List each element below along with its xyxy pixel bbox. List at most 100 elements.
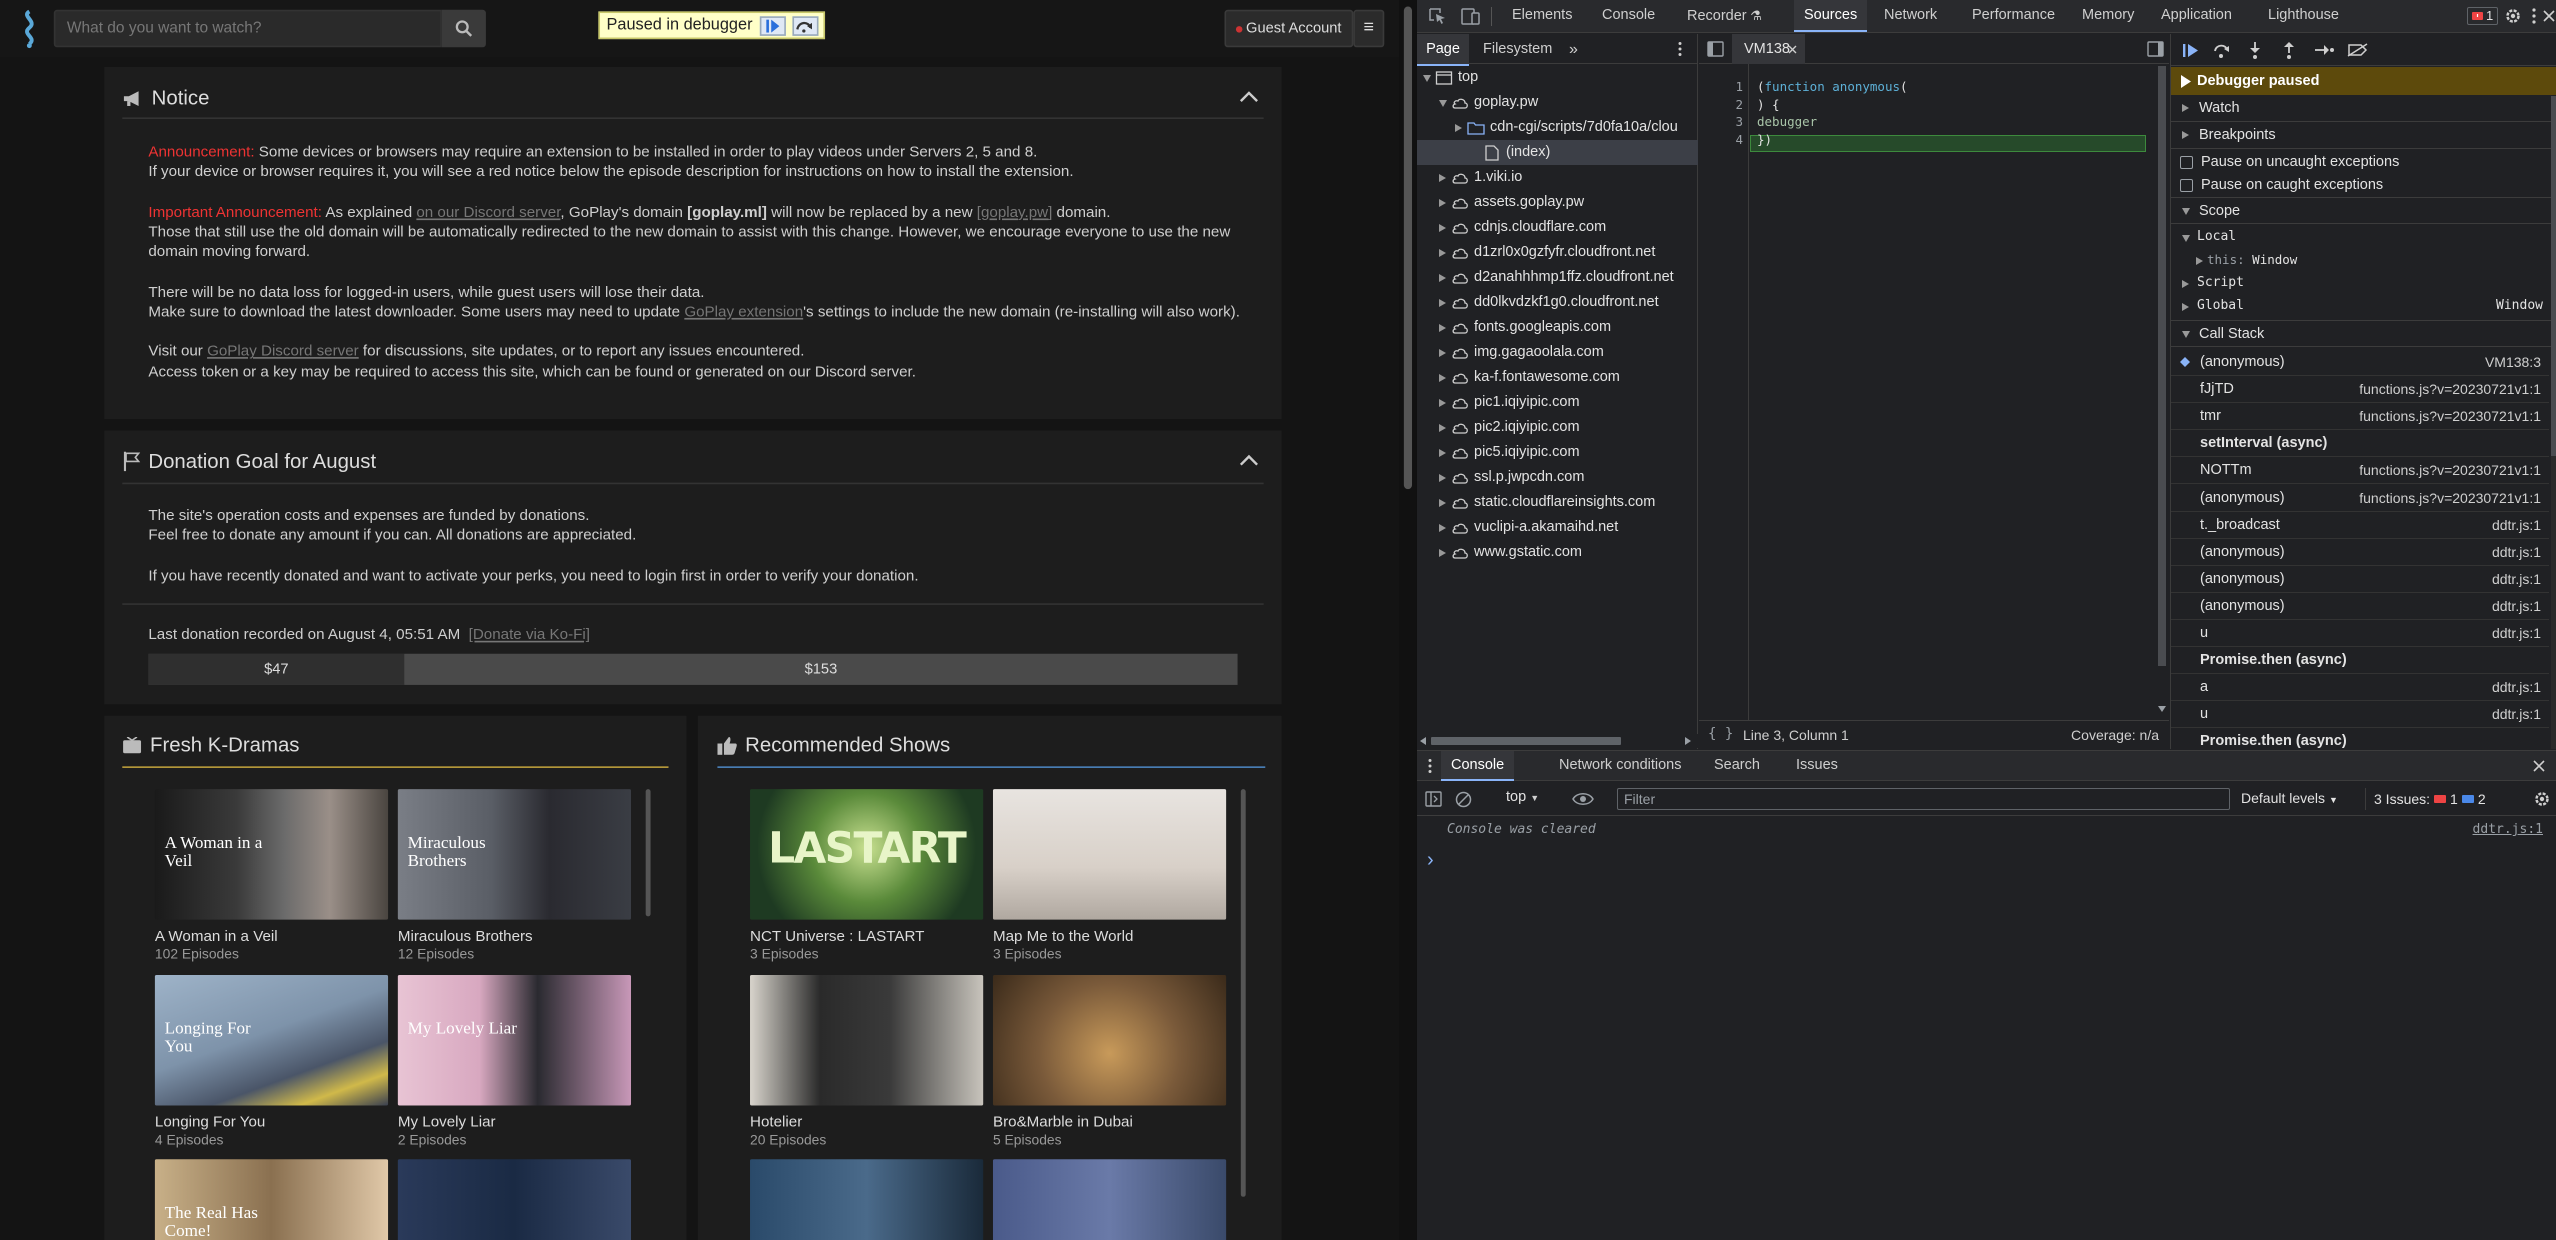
live-expression-eye-icon[interactable]	[1572, 792, 1594, 806]
show-card[interactable]: A Woman in a Veil A Woman in a Veil 102 Ep…	[154, 789, 389, 962]
console-settings-icon[interactable]	[2533, 790, 2551, 808]
show-card[interactable]	[992, 1159, 1227, 1240]
call-frame[interactable]: a ddtr.js:1	[2171, 674, 2549, 702]
poster-image[interactable]: My Lovely Liar	[397, 974, 632, 1105]
editor-vscrollbar-thumb[interactable]	[2158, 66, 2166, 666]
kofi-link[interactable]: [Donate via Ko-Fi]	[469, 626, 590, 642]
frame-location[interactable]: functions.js?v=20230721v1:1	[2359, 457, 2541, 484]
settings-gear-icon[interactable]	[2504, 7, 2522, 25]
tree-item[interactable]: d1zrl0x0gzfyfr.cloudfront.net	[1417, 240, 1698, 265]
close-drawer-icon[interactable]	[2533, 760, 2545, 772]
tree-item[interactable]: 1.viki.io	[1417, 165, 1698, 190]
resume-icon[interactable]	[2182, 43, 2200, 58]
chevron-right-icon[interactable]	[1439, 224, 1446, 232]
poster-image[interactable]: LASTART	[750, 789, 984, 920]
donation-collapse-chevron-icon[interactable]	[1239, 453, 1259, 466]
toggle-navigator-icon[interactable]	[1707, 41, 1724, 57]
show-title[interactable]: Miraculous Brothers	[398, 928, 631, 944]
scope-this[interactable]: this: Window	[2171, 248, 2297, 272]
call-stack-section[interactable]: Call Stack	[2171, 320, 2556, 347]
show-card[interactable]: Bro&Marble in Dubai 5 Episodes	[992, 974, 1227, 1147]
clear-console-icon[interactable]	[1455, 791, 1472, 808]
chevron-right-icon[interactable]	[1439, 449, 1446, 457]
new-domain-link[interactable]: [goplay.pw]	[977, 203, 1053, 219]
tab-filesystem[interactable]: Filesystem	[1483, 34, 1552, 66]
debugger-scrollbar-thumb[interactable]	[2551, 96, 2556, 456]
frame-location[interactable]: ddtr.js:1	[2492, 566, 2541, 593]
discord-link[interactable]: on our Discord server	[416, 203, 560, 219]
editor-tab-vm138[interactable]: VM138	[1732, 34, 1805, 64]
more-tabs-button[interactable]: »	[1569, 34, 1578, 66]
scope-section[interactable]: Scope	[2171, 197, 2556, 224]
show-card[interactable]: Longing For You Longing For You 4 Episodes	[154, 974, 389, 1147]
call-frame[interactable]: fJjTD functions.js?v=20230721v1:1	[2171, 376, 2549, 404]
step-out-icon[interactable]	[2282, 41, 2296, 60]
editor-vscrollbar[interactable]	[2155, 64, 2169, 720]
log-levels-dropdown[interactable]: Default levels ▼	[2241, 790, 2338, 806]
line-number[interactable]: 1	[1699, 79, 1743, 94]
search-button[interactable]	[441, 9, 486, 48]
chevron-right-icon[interactable]	[1439, 524, 1446, 532]
scope-global[interactable]: Global Window	[2171, 294, 2549, 318]
chevron-right-icon[interactable]	[1439, 424, 1446, 432]
chevron-right-icon[interactable]	[1455, 124, 1462, 132]
tab-performance[interactable]: Performance	[1962, 0, 2065, 32]
show-card[interactable]: LASTART NCT Universe : LASTART 3 Episodes	[750, 789, 984, 962]
chevron-right-icon[interactable]	[1439, 399, 1446, 407]
code-line[interactable]: ) {	[1757, 97, 1780, 112]
show-card[interactable]	[750, 1159, 984, 1240]
call-frame[interactable]: (anonymous) VM138:3	[2171, 349, 2549, 376]
poster-image[interactable]	[750, 974, 984, 1105]
pause-caught-row[interactable]: Pause on caught exceptions	[2171, 173, 2383, 197]
chevron-right-icon[interactable]	[1439, 374, 1446, 382]
tree-item[interactable]: (index)	[1417, 140, 1698, 165]
issues-counter[interactable]: 3 Issues: 1 2	[2365, 788, 2486, 810]
resume-button[interactable]	[759, 15, 786, 36]
chevron-right-icon[interactable]	[1439, 249, 1446, 257]
drawer-tab-search[interactable]: Search	[1704, 751, 1770, 781]
tree-item[interactable]: top	[1417, 65, 1698, 90]
frame-location[interactable]: ddtr.js:1	[2492, 593, 2541, 620]
pause-uncaught-checkbox[interactable]	[2180, 156, 2193, 169]
tree-item[interactable]: ssl.p.jwpcdn.com	[1417, 465, 1698, 490]
scroll-right-icon[interactable]	[1685, 737, 1691, 745]
tab-application[interactable]: Application	[2151, 0, 2242, 32]
goplay-extension-link[interactable]: GoPlay extension	[684, 303, 803, 319]
menu-button[interactable]: ≡	[1353, 9, 1385, 48]
show-title[interactable]: Bro&Marble in Dubai	[993, 1113, 1226, 1129]
call-frame[interactable]: u ddtr.js:1	[2171, 620, 2549, 647]
drawer-more-icon[interactable]	[1427, 758, 1433, 774]
chevron-right-icon[interactable]	[1439, 549, 1446, 557]
console-filter-input[interactable]: Filter	[1617, 788, 2230, 810]
frame-location[interactable]: functions.js?v=20230721v1:1	[2359, 376, 2541, 403]
tree-item[interactable]: d2anahhhmp1ffz.cloudfront.net	[1417, 265, 1698, 290]
tree-item[interactable]: www.gstatic.com	[1417, 540, 1698, 565]
page-scrollbar-thumb[interactable]	[1403, 6, 1413, 490]
line-number[interactable]: 2	[1699, 97, 1743, 112]
frame-location[interactable]: ddtr.js:1	[2492, 674, 2541, 701]
frame-location[interactable]: ddtr.js:1	[2492, 701, 2541, 728]
navigator-more-icon[interactable]	[1677, 41, 1683, 57]
breakpoints-section[interactable]: Breakpoints	[2171, 122, 2556, 149]
show-card[interactable]: My Lovely Liar My Lovely Liar 2 Episodes	[397, 974, 632, 1147]
step-icon[interactable]	[2314, 43, 2334, 57]
frame-location[interactable]: functions.js?v=20230721v1:1	[2359, 403, 2541, 430]
debugger-scrollbar[interactable]	[2551, 96, 2556, 749]
scope-local[interactable]: Local	[2171, 225, 2236, 249]
call-frame[interactable]: NOTTm functions.js?v=20230721v1:1	[2171, 457, 2549, 485]
tab-network[interactable]: Network	[1874, 0, 1947, 32]
poster-image[interactable]: Longing For You	[154, 974, 389, 1105]
poster-image[interactable]	[992, 974, 1227, 1105]
poster-image[interactable]: A Woman in a Veil	[154, 789, 389, 920]
call-frame[interactable]: (anonymous) ddtr.js:1	[2171, 539, 2549, 566]
tab-page[interactable]: Page	[1417, 34, 1469, 66]
line-number[interactable]: 3	[1699, 114, 1743, 129]
show-card[interactable]: Hotelier 20 Episodes	[750, 974, 984, 1147]
call-frame[interactable]: (anonymous) functions.js?v=20230721v1:1	[2171, 485, 2549, 512]
console-source-link[interactable]: ddtr.js:1	[2473, 817, 2543, 843]
close-devtools-icon[interactable]	[2543, 10, 2555, 22]
tree-item[interactable]: cdn-cgi/scripts/7d0fa10a/clou	[1417, 115, 1698, 140]
step-over-icon[interactable]	[2213, 42, 2231, 59]
chevron-right-icon[interactable]	[1439, 299, 1446, 307]
pause-uncaught-row[interactable]: Pause on uncaught exceptions	[2171, 150, 2399, 174]
